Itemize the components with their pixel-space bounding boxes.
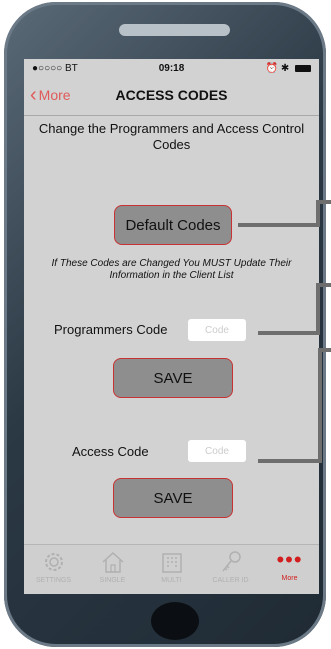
tab-label: SINGLE bbox=[99, 577, 126, 584]
callout-line bbox=[316, 200, 331, 204]
save-programmers-button[interactable]: SAVE bbox=[113, 358, 233, 398]
tab-settings[interactable]: SETTINGS bbox=[24, 549, 83, 584]
callout-line bbox=[318, 348, 322, 463]
page-description: Change the Programmers and Access Contro… bbox=[38, 121, 305, 152]
save-access-button[interactable]: SAVE bbox=[113, 478, 233, 518]
screen: ●○○○○ BT 09:18 ⏰ ✱ ‹ More ACCESS CODES C… bbox=[24, 59, 319, 594]
programmers-code-input[interactable] bbox=[188, 319, 246, 341]
more-dots-icon: ••• bbox=[276, 547, 303, 572]
access-code-input[interactable] bbox=[188, 440, 246, 462]
tab-caller-id[interactable]: CALLER ID bbox=[201, 549, 260, 584]
tab-label: More bbox=[281, 575, 298, 582]
tab-label: MULTI bbox=[161, 577, 182, 584]
callout-line bbox=[258, 331, 318, 335]
default-codes-button[interactable]: Default Codes bbox=[114, 205, 232, 245]
callout-line bbox=[316, 283, 331, 287]
divider bbox=[24, 115, 319, 116]
status-bar: ●○○○○ BT 09:18 ⏰ ✱ bbox=[24, 59, 319, 79]
tab-multi[interactable]: MULTI bbox=[142, 549, 201, 584]
callout-line bbox=[258, 459, 320, 463]
tab-more[interactable]: ••• More bbox=[260, 547, 319, 583]
battery-icon bbox=[295, 64, 311, 72]
warning-text: If These Codes are Changed You MUST Upda… bbox=[51, 258, 292, 281]
home-button[interactable] bbox=[151, 602, 199, 640]
programmers-code-label: Programmers Code bbox=[54, 322, 168, 337]
callout-line bbox=[238, 223, 318, 227]
tab-single[interactable]: SINGLE bbox=[83, 549, 142, 584]
house-icon bbox=[101, 551, 124, 573]
tab-label: SETTINGS bbox=[35, 577, 71, 584]
tab-label: CALLER ID bbox=[212, 577, 249, 584]
phone-frame: ●○○○○ BT 09:18 ⏰ ✱ ‹ More ACCESS CODES C… bbox=[4, 2, 326, 647]
callout-line bbox=[316, 283, 320, 335]
alarm-bluetooth-icons: ⏰ ✱ bbox=[265, 63, 290, 74]
key-icon bbox=[221, 551, 241, 572]
status-icons: ⏰ ✱ bbox=[266, 63, 311, 74]
callout-line bbox=[318, 348, 331, 352]
tab-bar: SETTINGS SINGLE MULTI CALLER ID ••• More bbox=[24, 544, 319, 594]
callout-line bbox=[316, 200, 320, 227]
access-code-label: Access Code bbox=[72, 444, 149, 459]
nav-bar: ‹ More ACCESS CODES bbox=[24, 79, 319, 115]
gear-icon bbox=[44, 553, 63, 571]
building-icon bbox=[161, 553, 182, 573]
speaker-grille bbox=[119, 24, 230, 36]
page-title: ACCESS CODES bbox=[115, 87, 228, 103]
